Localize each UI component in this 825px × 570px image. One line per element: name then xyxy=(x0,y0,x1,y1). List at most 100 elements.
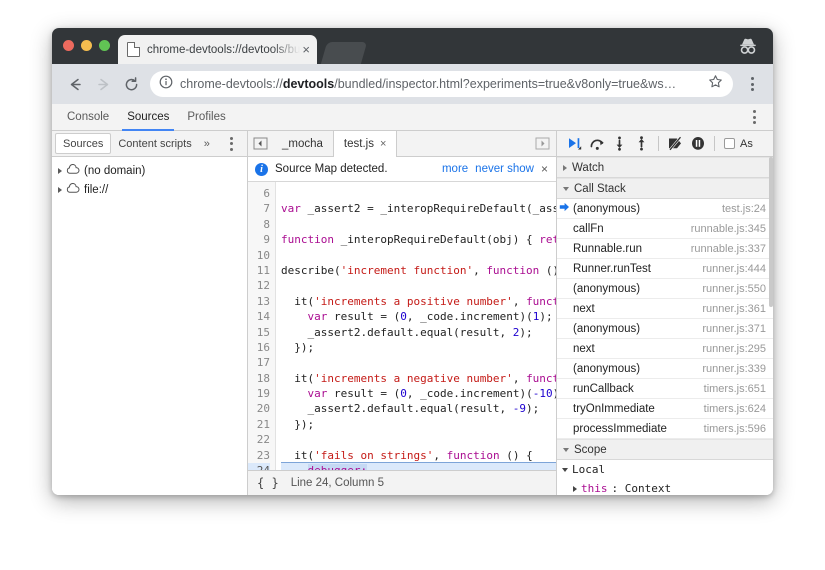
debugger-scrollbar[interactable] xyxy=(769,157,773,495)
step-into-button[interactable] xyxy=(609,133,630,155)
navigator-more-button[interactable] xyxy=(220,136,242,151)
code-line[interactable]: var result = (0, _code.increment)(-10); xyxy=(281,386,557,401)
call-stack-row[interactable]: next runner.js:295 xyxy=(557,339,773,359)
line-number[interactable]: 13 xyxy=(248,294,270,309)
line-number[interactable]: 22 xyxy=(248,432,270,447)
tab-profiles[interactable]: Profiles xyxy=(178,104,234,131)
call-stack-row[interactable]: (anonymous) runner.js:339 xyxy=(557,359,773,379)
forward-button[interactable] xyxy=(90,71,116,97)
line-number[interactable]: 8 xyxy=(248,217,270,232)
navigator-tab-sources[interactable]: Sources xyxy=(55,133,112,154)
line-number[interactable]: 14 xyxy=(248,309,270,324)
tab-sources[interactable]: Sources xyxy=(118,104,178,131)
devtools-more-button[interactable] xyxy=(743,110,765,124)
code-line[interactable] xyxy=(281,355,556,370)
new-tab-button[interactable] xyxy=(320,42,368,64)
code-line[interactable] xyxy=(281,278,556,293)
call-stack-row[interactable]: Runnable.run runnable.js:337 xyxy=(557,239,773,259)
line-number[interactable]: 11 xyxy=(248,263,270,278)
line-number[interactable]: 21 xyxy=(248,417,270,432)
section-scope[interactable]: Scope xyxy=(557,439,773,460)
browser-menu-button[interactable] xyxy=(741,77,763,91)
reload-button[interactable] xyxy=(118,71,144,97)
deactivate-breakpoints-button[interactable] xyxy=(665,133,686,155)
code-line[interactable] xyxy=(281,186,556,201)
code-editor[interactable]: 6789101112131415161718192021222324252627… xyxy=(248,182,556,470)
section-watch[interactable]: Watch xyxy=(557,157,773,178)
address-bar[interactable]: chrome-devtools://devtools/bundled/inspe… xyxy=(150,71,733,97)
editor-tab-mocha[interactable]: _mocha xyxy=(272,131,333,157)
code-line[interactable]: _assert2.default.equal(result, -9); xyxy=(281,401,556,416)
line-number[interactable]: 12 xyxy=(248,278,270,293)
step-over-button[interactable] xyxy=(587,133,608,155)
source-map-never-link[interactable]: never show xyxy=(475,163,534,175)
call-stack-row[interactable]: (anonymous) runner.js:371 xyxy=(557,319,773,339)
code-line[interactable] xyxy=(281,432,556,447)
code-content[interactable]: var _assert2 = _interopRequireDefault(_a… xyxy=(276,182,556,470)
call-stack-row[interactable]: (anonymous) runner.js:550 xyxy=(557,279,773,299)
chevron-down-icon[interactable] xyxy=(562,467,568,472)
editor-tab-testjs[interactable]: test.js × xyxy=(332,131,398,157)
call-stack-row[interactable]: callFn runnable.js:345 xyxy=(557,219,773,239)
call-stack-row[interactable]: tryOnImmediate timers.js:624 xyxy=(557,399,773,419)
line-number[interactable]: 6 xyxy=(248,186,270,201)
info-icon[interactable] xyxy=(159,75,173,94)
browser-tab-devtools[interactable]: chrome-devtools://devtools/bu × xyxy=(118,35,318,64)
back-button[interactable] xyxy=(62,71,88,97)
line-number[interactable]: 7 xyxy=(248,201,270,216)
resume-button[interactable] xyxy=(565,133,586,155)
step-out-button[interactable] xyxy=(631,133,652,155)
chevron-right-icon[interactable] xyxy=(573,485,577,492)
code-line[interactable] xyxy=(281,248,556,263)
call-stack-row[interactable]: runCallback timers.js:651 xyxy=(557,379,773,399)
code-line[interactable]: it('increments a negative number', funct… xyxy=(281,371,556,386)
code-line[interactable]: }); xyxy=(281,340,556,355)
code-line[interactable]: var result = (0, _code.increment)(1); xyxy=(281,309,556,324)
close-icon[interactable]: × xyxy=(541,162,548,176)
line-number[interactable]: 16 xyxy=(248,340,270,355)
close-icon[interactable]: × xyxy=(302,43,310,56)
line-number[interactable]: 15 xyxy=(248,325,270,340)
code-line[interactable]: _assert2.default.equal(result, 2); xyxy=(281,325,556,340)
code-line[interactable]: it('increments a positive number', funct… xyxy=(281,294,556,309)
code-line[interactable]: function _interopRequireDefault(obj) { r… xyxy=(281,232,556,247)
line-number[interactable]: 20 xyxy=(248,401,270,416)
line-number[interactable]: 17 xyxy=(248,355,270,370)
tab-prev-icon[interactable] xyxy=(248,137,272,150)
line-number[interactable]: 19 xyxy=(248,386,270,401)
navigator-tab-content-scripts[interactable]: Content scripts xyxy=(111,134,198,154)
file-tree-item-no-domain[interactable]: (no domain) xyxy=(52,161,247,180)
line-number[interactable]: 24 xyxy=(248,463,270,470)
line-number[interactable]: 23 xyxy=(248,448,270,463)
code-line[interactable]: var _assert2 = _interopRequireDefault(_a… xyxy=(281,201,556,216)
call-stack-row[interactable]: next runner.js:361 xyxy=(557,299,773,319)
close-window-button[interactable] xyxy=(63,40,74,51)
code-line[interactable]: debugger; xyxy=(281,462,556,470)
section-call-stack[interactable]: Call Stack xyxy=(557,178,773,199)
pretty-print-button[interactable]: { } xyxy=(257,476,279,490)
code-line[interactable]: describe('increment function', function … xyxy=(281,263,556,278)
file-tree-item-file[interactable]: file:// xyxy=(52,180,247,199)
star-icon[interactable] xyxy=(708,74,723,94)
call-stack-row[interactable]: processImmediate timers.js:596 xyxy=(557,419,773,439)
chevron-right-icon[interactable] xyxy=(58,186,62,193)
line-number[interactable]: 18 xyxy=(248,371,270,386)
source-map-more-link[interactable]: more xyxy=(442,163,468,175)
scope-row[interactable]: Local xyxy=(557,460,773,479)
maximize-window-button[interactable] xyxy=(99,40,110,51)
call-stack-row[interactable]: Runner.runTest runner.js:444 xyxy=(557,259,773,279)
pause-on-exceptions-button[interactable] xyxy=(687,133,708,155)
tab-console[interactable]: Console xyxy=(58,104,118,131)
async-checkbox[interactable] xyxy=(724,138,735,149)
tab-next-icon[interactable] xyxy=(530,137,554,150)
scope-row[interactable]: this: Context xyxy=(557,479,773,495)
chevron-right-icon[interactable] xyxy=(58,167,62,174)
line-number[interactable]: 10 xyxy=(248,248,270,263)
code-line[interactable] xyxy=(281,217,556,232)
line-number[interactable]: 9 xyxy=(248,232,270,247)
minimize-window-button[interactable] xyxy=(81,40,92,51)
code-line[interactable]: it('fails on strings', function () { xyxy=(281,448,556,463)
call-stack-row[interactable]: (anonymous) test.js:24 xyxy=(557,199,773,219)
line-number-gutter[interactable]: 6789101112131415161718192021222324252627… xyxy=(248,182,276,470)
code-line[interactable]: }); xyxy=(281,417,556,432)
